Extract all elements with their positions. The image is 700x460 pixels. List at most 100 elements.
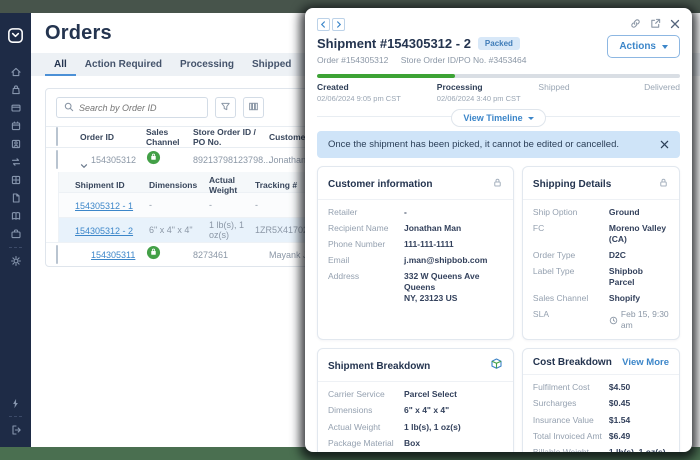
actions-button[interactable]: Actions [607, 35, 680, 58]
field-value: $4.50 [609, 382, 669, 393]
transfers-icon[interactable] [0, 153, 31, 171]
prev-shipment-button[interactable] [317, 18, 330, 31]
stage-shipped: Shipped [538, 82, 569, 92]
field-value: Shipbob Parcel [609, 266, 669, 288]
col-store-order: Store Order ID / PO No. [193, 127, 269, 147]
select-all-checkbox[interactable] [56, 127, 58, 146]
columns-icon [248, 99, 259, 117]
field-label: Phone Number [328, 239, 404, 250]
field-row: FCMoreno Valley (CA) [533, 223, 669, 245]
field-row: Order TypeD2C [533, 250, 669, 261]
status-badge: Packed [478, 37, 520, 50]
stage-created: Created 02/06/2024 9:05 pm CST [317, 82, 401, 103]
card-title: Customer information [328, 179, 432, 190]
row-checkbox[interactable] [56, 245, 58, 264]
logout-icon[interactable] [0, 421, 31, 439]
billing-icon[interactable] [0, 99, 31, 117]
field-label: Billable Weight [533, 447, 609, 452]
field-value: $0.45 [609, 398, 669, 409]
progress-fill [317, 74, 455, 78]
field-label: FC [533, 223, 609, 245]
shipment-link[interactable]: 154305312 - 2 [75, 226, 133, 236]
reports-icon[interactable] [0, 171, 31, 189]
field-row: Total Invoiced Amt$6.49 [533, 431, 669, 442]
sla-value: Feb 15, 9:30 am [609, 309, 669, 331]
col-shipment-id: Shipment ID [75, 180, 149, 190]
close-icon[interactable] [670, 19, 680, 29]
banner-close-icon[interactable] [660, 140, 669, 149]
store-order-id: 8273461 [193, 250, 269, 260]
orders-icon[interactable] [0, 81, 31, 99]
documents-icon[interactable] [0, 189, 31, 207]
shipment-dimensions: 6" x 4" x 4" [149, 225, 209, 235]
open-in-new-icon[interactable] [650, 18, 661, 29]
field-row: Package MaterialBox [328, 438, 503, 449]
field-label: Recipient Name [328, 223, 404, 234]
filter-button[interactable] [215, 97, 236, 118]
users-icon[interactable] [0, 135, 31, 153]
field-label: Total Invoiced Amt [533, 431, 609, 442]
columns-button[interactable] [243, 97, 264, 118]
field-value: $6.49 [609, 431, 669, 442]
card-title: Shipping Details [533, 179, 611, 190]
address-value: 332 W Queens Ave Queens NY, 23123 US [404, 271, 503, 304]
tab-action-required[interactable]: Action Required [76, 53, 171, 76]
work-orders-icon[interactable] [0, 225, 31, 243]
field-label: Retailer [328, 207, 404, 218]
field-row: Carrier ServiceParcel Select [328, 389, 503, 400]
store-ref: Store Order ID/PO No. #3453464 [401, 55, 527, 65]
collapse-chevron-icon[interactable] [80, 157, 87, 164]
field-value: Box [404, 438, 503, 449]
order-search[interactable] [56, 97, 208, 118]
field-value: 1 lb(s), 1 oz(s) [404, 422, 503, 433]
field-label: SLA [533, 309, 609, 331]
field-label: Package Material [328, 438, 404, 449]
field-row: Phone Number111-111-1111 [328, 239, 503, 250]
copy-link-icon[interactable] [630, 18, 641, 29]
quick-actions-icon[interactable] [0, 394, 31, 412]
shipment-dimensions: - [149, 200, 209, 210]
field-value: Parcel Select [404, 389, 503, 400]
card-title: Cost Breakdown [533, 357, 612, 368]
home-icon[interactable] [0, 63, 31, 81]
view-more-link[interactable]: View More [622, 357, 669, 368]
shipment-detail-panel: Shipment #154305312 - 2 Packed Actions O… [305, 8, 692, 452]
field-label: Actual Weight [328, 422, 404, 433]
shipment-title: Shipment #154305312 - 2 [317, 36, 471, 51]
field-label: Label Type [533, 266, 609, 288]
field-row: Ship OptionGround [533, 207, 669, 218]
field-label: Email [328, 255, 404, 266]
view-timeline-row: View Timeline [317, 108, 680, 124]
shopify-channel-icon [146, 245, 193, 265]
field-label: Surcharges [533, 398, 609, 409]
tab-processing[interactable]: Processing [171, 53, 243, 76]
field-label: Ship Option [533, 207, 609, 218]
package-icon [490, 357, 503, 375]
field-label: Sales Channel [533, 293, 609, 304]
field-row: Actual Weight1 lb(s), 1 oz(s) [328, 422, 503, 433]
shipment-link[interactable]: 154305312 - 1 [75, 201, 133, 211]
settings-gear-icon[interactable] [0, 252, 31, 270]
tab-all[interactable]: All [45, 53, 76, 76]
order-id-link[interactable]: 154305311 [91, 250, 135, 260]
banner-text: Once the shipment has been picked, it ca… [328, 139, 660, 150]
next-shipment-button[interactable] [332, 18, 345, 31]
catalog-icon[interactable] [0, 207, 31, 225]
field-row: Sales ChannelShopify [533, 293, 669, 304]
field-row-address: Address 332 W Queens Ave Queens NY, 2312… [328, 271, 503, 304]
shipment-breakdown-card: Shipment Breakdown Carrier ServiceParcel… [317, 348, 514, 452]
shipping-details-card: Shipping Details Ship OptionGround FCMor… [522, 166, 680, 340]
field-label: Order Type [533, 250, 609, 261]
calendar-icon[interactable] [0, 117, 31, 135]
row-checkbox[interactable] [56, 150, 58, 169]
clock-icon [609, 316, 618, 325]
lock-icon [658, 175, 669, 193]
view-timeline-button[interactable]: View Timeline [451, 109, 545, 127]
tab-shipped[interactable]: Shipped [243, 53, 300, 76]
col-dimensions: Dimensions [149, 180, 209, 190]
field-label: Address [328, 271, 404, 304]
field-row: Insurance Value$1.54 [533, 415, 669, 426]
field-row: Billable Weight1 lb(s), 1 oz(s) [533, 447, 669, 452]
field-label: Carrier Service [328, 389, 404, 400]
search-input[interactable] [79, 103, 200, 113]
